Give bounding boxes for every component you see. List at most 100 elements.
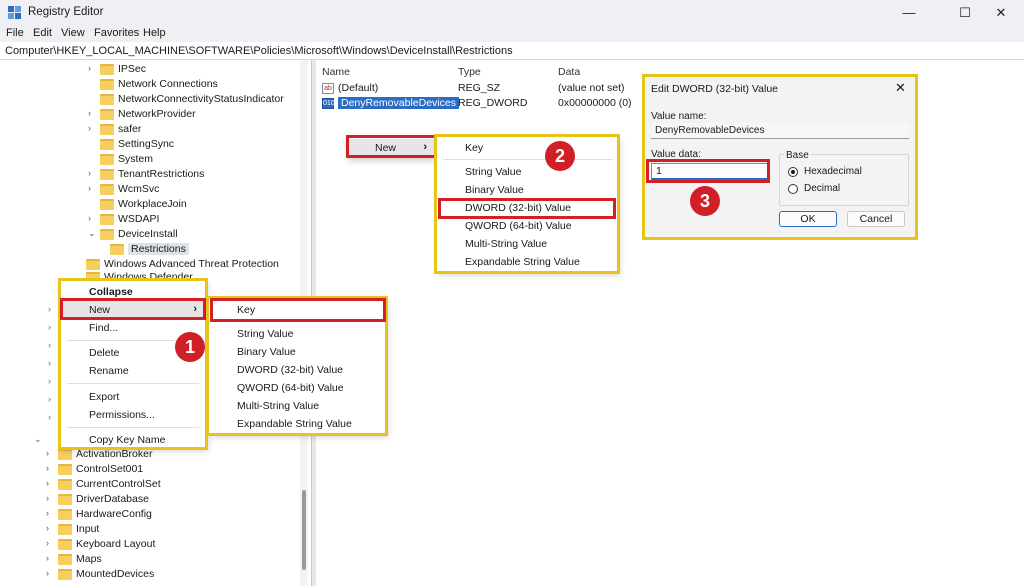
tree-context-menu: Collapse New › Find... Delete Rename Exp… <box>60 280 206 448</box>
step-badge-1: 1 <box>175 332 205 362</box>
hexadecimal-radio[interactable] <box>788 167 798 177</box>
value-row-selected[interactable]: 010 DenyRemovableDevices REG_DWORD 0x000… <box>320 96 640 112</box>
chevron-right-icon[interactable]: › <box>48 304 51 314</box>
list-context-menu: New › <box>346 136 436 158</box>
hexadecimal-label: Hexadecimal <box>804 166 862 177</box>
value-data-label: Value data: <box>651 149 701 160</box>
menu-item-multi-string-value[interactable]: Multi-String Value <box>437 235 617 253</box>
folder-icon <box>100 169 114 180</box>
chevron-right-icon[interactable]: › <box>48 340 51 350</box>
menu-item-expandable-string-value[interactable]: Expandable String Value <box>437 253 617 271</box>
chevron-right-icon[interactable]: › <box>46 538 56 548</box>
chevron-right-icon[interactable]: › <box>88 213 98 223</box>
decimal-label: Decimal <box>804 183 841 194</box>
chevron-right-icon[interactable]: › <box>88 168 98 178</box>
edit-dword-dialog: Edit DWORD (32-bit) Value ✕ Value name: … <box>644 76 916 238</box>
column-header-data[interactable]: Data <box>558 66 580 78</box>
folder-icon <box>100 124 114 135</box>
menu-item-dword-value[interactable]: DWORD (32-bit) Value <box>209 361 385 379</box>
menu-item-copy-key-name[interactable]: Copy Key Name <box>61 431 205 449</box>
chevron-right-icon[interactable]: › <box>88 108 98 118</box>
menu-item-binary-value[interactable]: Binary Value <box>209 343 385 361</box>
title-bar: Registry Editor — ☐ ✕ <box>0 0 1024 26</box>
menu-item-dword-value[interactable]: DWORD (32-bit) Value <box>437 199 617 217</box>
menu-item-export[interactable]: Export <box>61 388 205 406</box>
menu-item-qword-value[interactable]: QWORD (64-bit) Value <box>437 217 617 235</box>
chevron-right-icon[interactable]: › <box>48 322 51 332</box>
folder-icon <box>100 64 114 75</box>
value-row[interactable]: ab (Default) REG_SZ (value not set) <box>320 81 640 97</box>
dialog-title: Edit DWORD (32-bit) Value <box>651 83 779 95</box>
registry-editor-icon <box>8 6 22 20</box>
chevron-right-icon[interactable]: › <box>46 478 56 488</box>
chevron-right-icon[interactable]: › <box>48 394 51 404</box>
menu-item-rename[interactable]: Rename <box>61 362 205 380</box>
menu-favorites[interactable]: Favorites <box>94 27 139 39</box>
chevron-right-icon[interactable]: › <box>46 448 56 458</box>
folder-icon <box>58 479 72 490</box>
menu-view[interactable]: View <box>61 27 85 39</box>
tree-scrollbar-thumb[interactable] <box>302 490 306 570</box>
folder-icon <box>58 509 72 520</box>
address-bar[interactable]: Computer\HKEY_LOCAL_MACHINE\SOFTWARE\Pol… <box>0 42 1024 60</box>
chevron-right-icon[interactable]: › <box>48 358 51 368</box>
value-data-input[interactable]: 1 <box>651 163 769 180</box>
menu-item-new[interactable]: New › <box>347 139 435 157</box>
menu-edit[interactable]: Edit <box>33 27 52 39</box>
menu-item-collapse[interactable]: Collapse <box>61 283 205 301</box>
menu-item-binary-value[interactable]: Binary Value <box>437 181 617 199</box>
folder-icon <box>58 569 72 580</box>
chevron-right-icon[interactable]: › <box>46 523 56 533</box>
menu-separator <box>215 321 381 322</box>
menu-item-multi-string-value[interactable]: Multi-String Value <box>209 397 385 415</box>
chevron-down-icon[interactable]: ⌄ <box>34 434 42 445</box>
menu-help[interactable]: Help <box>143 27 166 39</box>
new-submenu: Key String Value Binary Value DWORD (32-… <box>208 298 386 434</box>
chevron-right-icon[interactable]: › <box>48 412 51 422</box>
chevron-right-icon: › <box>193 303 197 315</box>
ok-button[interactable]: OK <box>779 211 837 227</box>
step-badge-3: 3 <box>690 186 720 216</box>
chevron-right-icon[interactable]: › <box>48 376 51 386</box>
folder-icon <box>100 79 114 90</box>
window-title: Registry Editor <box>28 6 104 18</box>
menu-item-qword-value[interactable]: QWORD (64-bit) Value <box>209 379 385 397</box>
chevron-right-icon[interactable]: › <box>88 183 98 193</box>
column-header-type[interactable]: Type <box>458 66 481 78</box>
chevron-right-icon[interactable]: › <box>46 508 56 518</box>
folder-icon <box>58 449 72 460</box>
chevron-right-icon[interactable]: › <box>46 463 56 473</box>
chevron-right-icon[interactable]: › <box>88 123 98 133</box>
menu-separator <box>67 383 199 384</box>
chevron-right-icon[interactable]: › <box>46 493 56 503</box>
folder-icon <box>58 464 72 475</box>
folder-icon <box>100 229 114 240</box>
chevron-right-icon[interactable]: › <box>88 63 98 73</box>
menu-item-expandable-string-value[interactable]: Expandable String Value <box>209 415 385 433</box>
menu-file[interactable]: File <box>6 27 24 39</box>
menu-item-new-key[interactable]: Key <box>437 139 617 157</box>
folder-icon <box>100 154 114 165</box>
folder-icon <box>58 524 72 535</box>
value-name-field: DenyRemovableDevices <box>651 123 909 139</box>
menu-item-string-value[interactable]: String Value <box>437 163 617 181</box>
menu-item-permissions[interactable]: Permissions... <box>61 406 205 424</box>
menu-item-new-key[interactable]: Key <box>209 301 385 319</box>
dialog-close-button[interactable]: ✕ <box>895 80 906 96</box>
minimize-button[interactable]: — <box>886 0 932 26</box>
folder-icon <box>58 554 72 565</box>
base-group: Base Hexadecimal Decimal <box>779 150 909 206</box>
chevron-right-icon[interactable]: › <box>46 568 56 578</box>
folder-icon <box>100 94 114 105</box>
column-header-name[interactable]: Name <box>322 66 350 78</box>
cancel-button[interactable]: Cancel <box>847 211 905 227</box>
close-button[interactable]: ✕ <box>978 0 1024 26</box>
decimal-radio[interactable] <box>788 184 798 194</box>
folder-icon <box>100 214 114 225</box>
menu-item-new[interactable]: New › <box>61 301 205 319</box>
folder-icon <box>100 184 114 195</box>
folder-icon <box>58 539 72 550</box>
chevron-down-icon[interactable]: ⌄ <box>88 228 98 239</box>
menu-item-string-value[interactable]: String Value <box>209 325 385 343</box>
chevron-right-icon[interactable]: › <box>46 553 56 563</box>
